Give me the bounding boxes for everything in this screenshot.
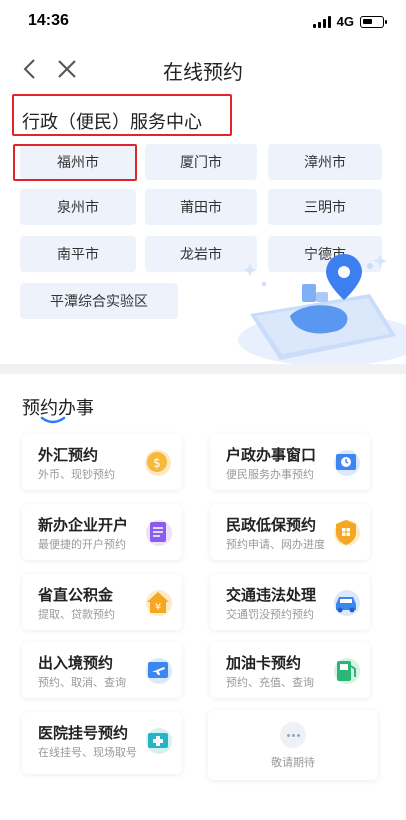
- section-divider: [0, 364, 406, 374]
- coming-soon-card: 敬请期待: [208, 710, 378, 780]
- airplane-ticket-icon: [146, 658, 172, 684]
- card-subtitle: 交通罚没预约预约: [226, 609, 314, 621]
- card-entry-exit[interactable]: 出入境预约 预约、取消、查询: [22, 642, 182, 698]
- card-subtitle: 预约、取消、查询: [38, 677, 126, 689]
- map-illustration: [238, 254, 406, 364]
- card-subtitle: 提取、贷款预约: [38, 609, 115, 621]
- card-title: 交通违法处理: [226, 587, 317, 604]
- card-title: 加油卡预约: [226, 655, 302, 672]
- card-title: 外汇预约: [38, 447, 99, 464]
- svg-text:$: $: [153, 456, 161, 470]
- medical-card-icon: [146, 728, 172, 754]
- card-forex-reservation[interactable]: 外汇预约 外币、现钞预约 $: [22, 434, 182, 490]
- card-title: 出入境预约: [38, 655, 114, 672]
- document-stack-icon: [146, 520, 172, 546]
- card-hospital-registration[interactable]: 医院挂号预约 在线挂号、现场取号: [22, 712, 182, 774]
- navigation-bar: 在线预约: [0, 44, 406, 94]
- status-indicators: 4G: [312, 14, 387, 29]
- city-button-pingtan[interactable]: 平潭综合实验区: [20, 283, 178, 319]
- coming-soon-label: 敬请期待: [271, 757, 315, 769]
- coin-icon: $: [145, 450, 171, 476]
- card-title: 医院挂号预约: [38, 725, 129, 742]
- city-button-nanping[interactable]: 南平市: [20, 236, 136, 272]
- city-button-zhangzhou[interactable]: 漳州市: [268, 144, 382, 180]
- network-type: 4G: [336, 14, 354, 29]
- city-button-quanzhou[interactable]: 泉州市: [20, 189, 136, 225]
- card-traffic-violation[interactable]: 交通违法处理 交通罚没预约预约: [210, 574, 370, 630]
- card-new-enterprise-account[interactable]: 新办企业开户 最便捷的开户预约: [22, 504, 182, 560]
- card-subtitle: 预约申请、网办进度: [226, 539, 325, 551]
- city-button-sanming[interactable]: 三明市: [268, 189, 382, 225]
- car-icon: [334, 590, 360, 616]
- card-subtitle: 在线挂号、现场取号: [38, 747, 137, 759]
- svg-text:¥: ¥: [155, 602, 161, 613]
- card-subtitle: 便民服务办事预约: [226, 469, 314, 481]
- card-subtitle: 预约、充值、查询: [226, 677, 314, 689]
- card-title: 新办企业开户: [38, 517, 129, 534]
- battery-icon: [360, 15, 387, 28]
- card-title: 户政办事窗口: [226, 447, 317, 464]
- card-provident-fund[interactable]: 省直公积金 提取、贷款预约 ¥: [22, 574, 182, 630]
- card-title: 民政低保预约: [226, 517, 317, 534]
- card-household-window[interactable]: 户政办事窗口 便民服务办事预约: [210, 434, 370, 490]
- highlight-box: [12, 94, 232, 136]
- page-title: 在线预约: [163, 62, 243, 84]
- city-button-xiamen[interactable]: 厦门市: [145, 144, 257, 180]
- card-fuel-card[interactable]: 加油卡预约 预约、充值、查询: [210, 642, 370, 698]
- card-subtitle: 外币、现钞预约: [38, 469, 115, 481]
- highlight-box: [13, 144, 137, 181]
- service-center-panel: 行政（便民）服务中心 福州市 厦门市 漳州市 泉州市 莆田市 三明市 南平市 龙…: [0, 94, 406, 364]
- house-yen-icon: ¥: [146, 590, 172, 616]
- card-subtitle: 最便捷的开户预约: [38, 539, 126, 551]
- more-icon: [280, 722, 306, 748]
- card-title: 省直公积金: [38, 587, 114, 604]
- card-civil-subsistence[interactable]: 民政低保预约 预约申请、网办进度: [210, 504, 370, 560]
- window-clock-icon: [334, 450, 360, 476]
- reservation-panel: 预约办事 外汇预约 外币、现钞预约 $ 户政办事窗口 便民服务办事预约 新办企业…: [0, 374, 406, 820]
- fuel-pump-icon: [334, 658, 360, 684]
- status-bar: 14:36 4G: [0, 0, 406, 44]
- status-time: 14:36: [28, 12, 69, 29]
- shield-grid-icon: [334, 520, 360, 546]
- title-underline: [40, 416, 66, 424]
- city-button-putian[interactable]: 莆田市: [145, 189, 257, 225]
- signal-icon: [312, 15, 331, 28]
